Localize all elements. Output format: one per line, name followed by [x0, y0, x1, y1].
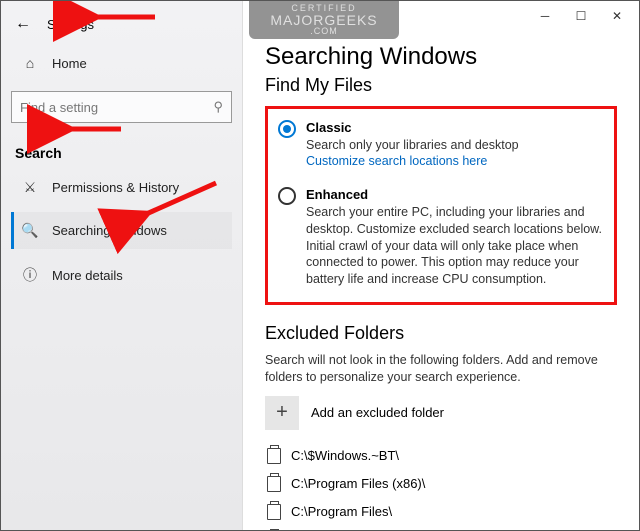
sidebar-item-label: More details [52, 268, 123, 283]
folder-path: C:\$Windows.~BT\ [291, 448, 399, 463]
option-title: Enhanced [306, 186, 604, 204]
excluded-folder-row[interactable]: C:\Program Files\ [265, 498, 617, 526]
option-enhanced[interactable]: Enhanced Search your entire PC, includin… [278, 186, 604, 288]
radio-icon [278, 120, 296, 138]
sidebar-item-label: Searching Windows [52, 223, 167, 238]
back-button[interactable]: ← [15, 15, 31, 33]
radio-icon [278, 187, 296, 205]
section-desc: Search will not look in the following fo… [265, 352, 617, 386]
option-desc: Search only your libraries and desktop [306, 137, 519, 154]
search-input[interactable]: Find a setting ⚲ [11, 91, 232, 123]
titlebar: ─ ☐ ✕ [523, 1, 639, 31]
sidebar-section: Search [11, 137, 232, 163]
folder-path: C:\Program Files (x86)\ [291, 476, 425, 491]
page-title: Searching Windows [265, 43, 617, 71]
excluded-folder-row[interactable]: C:\$Windows.~BT\ [265, 442, 617, 470]
sidebar: ← Settings ⌂ Home Find a setting ⚲ Searc… [1, 1, 243, 530]
sidebar-item-home[interactable]: ⌂ Home [11, 45, 232, 81]
watermark: CERTIFIED MAJORGEEKS .COM [249, 1, 399, 39]
maximize-button[interactable]: ☐ [563, 2, 599, 30]
section-heading: Find My Files [265, 75, 617, 96]
search-icon: 🔍 [22, 222, 38, 239]
search-placeholder: Find a setting [20, 100, 213, 115]
excluded-folder-row[interactable]: C:\Program Files (x86)\ [265, 470, 617, 498]
option-desc: Search your entire PC, including your li… [306, 204, 604, 288]
home-icon: ⌂ [22, 55, 38, 71]
folder-icon [267, 476, 281, 492]
option-title: Classic [306, 119, 519, 137]
folder-path: C:\Program Files\ [291, 504, 392, 519]
sidebar-item-searching-windows[interactable]: 🔍 Searching Windows [11, 212, 232, 249]
minimize-button[interactable]: ─ [527, 2, 563, 30]
add-label: Add an excluded folder [311, 405, 444, 420]
sidebar-item-label: Home [52, 56, 87, 71]
info-icon: ⓘ [22, 265, 38, 285]
option-classic[interactable]: Classic Search only your libraries and d… [278, 119, 604, 170]
folder-icon [267, 448, 281, 464]
sidebar-item-more-details[interactable]: ⓘ More details [11, 255, 232, 295]
sidebar-item-permissions[interactable]: ⚔ Permissions & History [11, 169, 232, 206]
highlighted-region: Classic Search only your libraries and d… [265, 106, 617, 305]
main-content: Searching Windows Find My Files Classic … [243, 1, 639, 530]
window-title: Settings [47, 17, 94, 32]
permissions-icon: ⚔ [22, 179, 38, 196]
folder-icon [267, 504, 281, 520]
search-icon: ⚲ [213, 99, 223, 115]
close-button[interactable]: ✕ [599, 2, 635, 30]
customize-link[interactable]: Customize search locations here [306, 153, 519, 170]
add-excluded-folder[interactable]: + Add an excluded folder [265, 396, 617, 430]
section-heading: Excluded Folders [265, 323, 617, 344]
settings-window: ─ ☐ ✕ CERTIFIED MAJORGEEKS .COM ← Settin… [0, 0, 640, 531]
sidebar-item-label: Permissions & History [52, 180, 179, 195]
plus-icon: + [265, 396, 299, 430]
excluded-folder-row[interactable]: C:\ProgramData\ [265, 526, 617, 530]
